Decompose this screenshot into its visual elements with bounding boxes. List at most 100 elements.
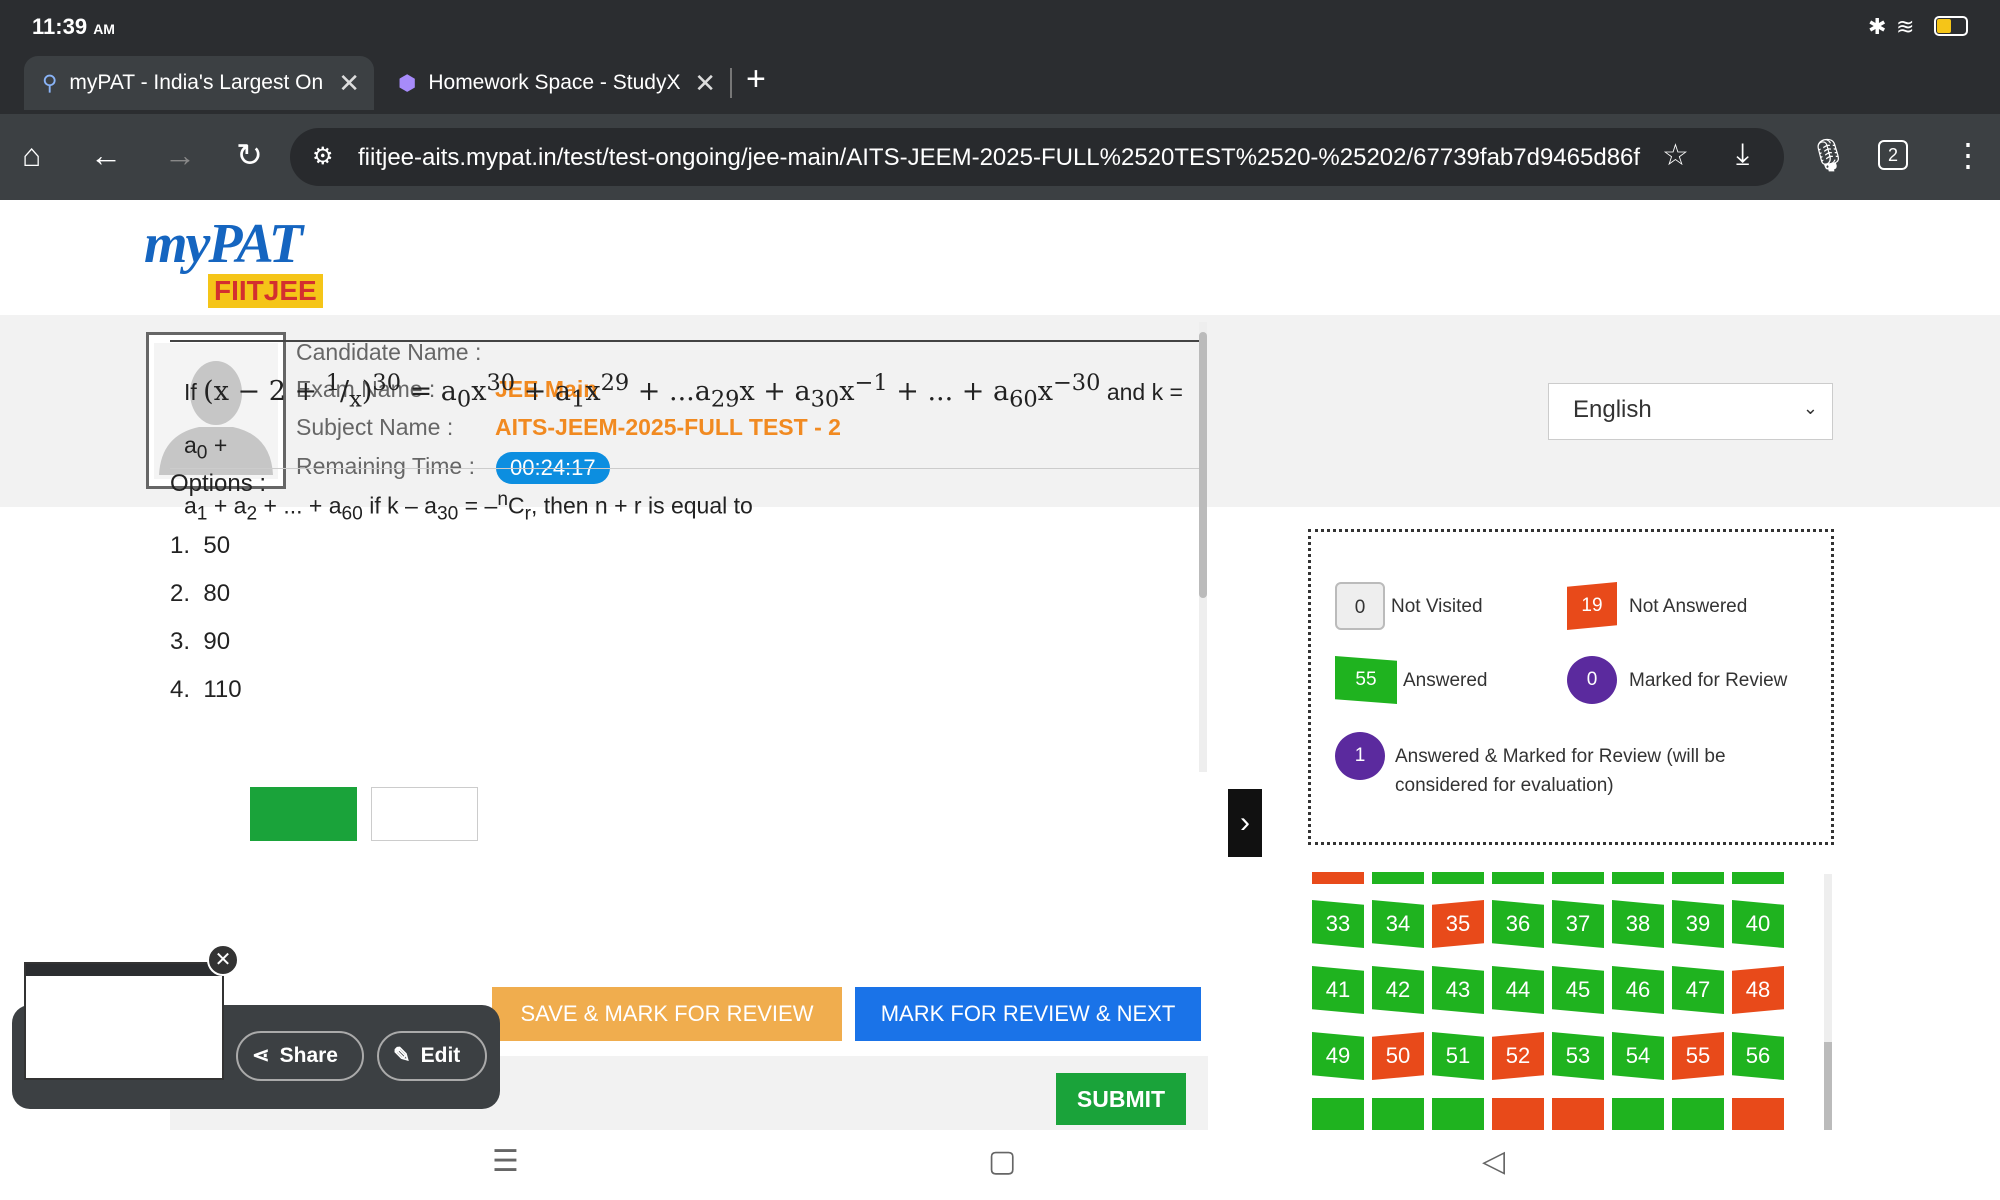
tab-divider	[730, 68, 732, 98]
question-button[interactable]	[1672, 872, 1724, 884]
tab-count[interactable]: 2	[1878, 140, 1908, 170]
save-mark-review-button[interactable]: SAVE & MARK FOR REVIEW	[492, 987, 842, 1041]
microphone-icon[interactable]: 🎙	[1808, 138, 1849, 172]
url-field[interactable]: ⚙ fiitjee-aits.mypat.in/test/test-ongoin…	[290, 128, 1784, 186]
question-button-48[interactable]: 48	[1732, 966, 1784, 1014]
question-button[interactable]	[1492, 872, 1544, 884]
question-button-35[interactable]: 35	[1432, 900, 1484, 948]
question-button-39[interactable]: 39	[1672, 900, 1724, 948]
question-button[interactable]	[1432, 872, 1484, 884]
answered-count: 55	[1335, 656, 1397, 704]
question-button[interactable]	[1672, 1098, 1724, 1130]
question-button-47[interactable]: 47	[1672, 966, 1724, 1014]
question-button-42[interactable]: 42	[1372, 966, 1424, 1014]
mypat-favicon-icon: ⚲	[42, 71, 58, 95]
chevron-right-icon[interactable]: ›	[1228, 789, 1262, 857]
question-button[interactable]	[1732, 1098, 1784, 1130]
question-scrollbar[interactable]	[1199, 322, 1207, 772]
question-button[interactable]	[1312, 1098, 1364, 1130]
answered-label: Answered	[1403, 670, 1488, 691]
back-nav-icon[interactable]: ◁	[1482, 1144, 1505, 1179]
status-legend: 0 Not Visited 19 Not Answered 55 Answere…	[1308, 529, 1834, 845]
question-button-45[interactable]: 45	[1552, 966, 1604, 1014]
question-button-34[interactable]: 34	[1372, 900, 1424, 948]
question-button[interactable]	[1492, 1098, 1544, 1130]
question-button-52[interactable]: 52	[1492, 1032, 1544, 1080]
share-button[interactable]: ⋖ Share	[236, 1031, 364, 1081]
question-button-56[interactable]: 56	[1732, 1032, 1784, 1080]
close-icon[interactable]: ✕	[207, 944, 239, 976]
question-button-38[interactable]: 38	[1612, 900, 1664, 948]
question-button-37[interactable]: 37	[1552, 900, 1604, 948]
not-visited-count: 0	[1335, 582, 1385, 630]
tab-title: myPAT - India's Largest Online	[69, 71, 324, 94]
question-pane: If (x − 2 + 1/x)30 = a0x30 + a1x29 + ...…	[170, 340, 1200, 790]
answered-marked-label: Answered & Marked for Review (will be co…	[1395, 746, 1726, 796]
question-button[interactable]	[1432, 1098, 1484, 1130]
recents-icon[interactable]: ☰	[492, 1144, 519, 1179]
site-settings-icon[interactable]: ⚙	[312, 142, 334, 171]
question-button-51[interactable]: 51	[1432, 1032, 1484, 1080]
reload-icon[interactable]: ↻	[236, 138, 263, 172]
tab-studyx[interactable]: ⬢ Homework Space - StudyX ✕	[380, 56, 730, 110]
question-button[interactable]	[1612, 872, 1664, 884]
answered-marked-count: 1	[1335, 732, 1385, 780]
clear-button[interactable]	[371, 787, 478, 841]
question-button[interactable]	[1372, 1098, 1424, 1130]
question-button-55[interactable]: 55	[1672, 1032, 1724, 1080]
tab-mypat[interactable]: ⚲ myPAT - India's Largest Online ✕	[24, 56, 374, 110]
mark-review-next-button[interactable]: MARK FOR REVIEW & NEXT	[855, 987, 1201, 1041]
menu-icon[interactable]: ⋮	[1952, 138, 1984, 172]
close-tab-icon[interactable]: ✕	[694, 68, 716, 99]
question-button[interactable]	[1312, 872, 1364, 884]
option-2[interactable]: 2. 80	[170, 580, 230, 608]
question-button-53[interactable]: 53	[1552, 1032, 1604, 1080]
close-tab-icon[interactable]: ✕	[338, 68, 360, 99]
question-button-46[interactable]: 46	[1612, 966, 1664, 1014]
battery-icon	[1934, 16, 1968, 36]
marked-review-label: Marked for Review	[1629, 670, 1788, 691]
question-button-33[interactable]: 33	[1312, 900, 1364, 948]
question-button-40[interactable]: 40	[1732, 900, 1784, 948]
new-tab-button[interactable]: +	[746, 60, 766, 99]
question-button[interactable]	[1552, 1098, 1604, 1130]
option-1[interactable]: 1. 50	[170, 532, 230, 560]
question-button[interactable]	[1372, 872, 1424, 884]
scroll-thumb[interactable]	[1824, 1042, 1832, 1130]
screenshot-thumbnail[interactable]	[24, 962, 224, 1080]
studyx-favicon-icon: ⬢	[398, 71, 417, 95]
home-nav-icon[interactable]: ▢	[988, 1144, 1016, 1179]
palette-scrollbar[interactable]	[1824, 874, 1832, 1130]
status-bar: 11:39 AM ✱ ≋	[0, 0, 2000, 52]
share-icon: ⋖	[252, 1044, 270, 1067]
question-button-41[interactable]: 41	[1312, 966, 1364, 1014]
question-button-36[interactable]: 36	[1492, 900, 1544, 948]
question-text: If (x − 2 + 1/x)30 = a0x30 + a1x29 + ...…	[184, 370, 1183, 525]
not-visited-label: Not Visited	[1391, 596, 1483, 617]
back-icon[interactable]: ←	[90, 138, 122, 172]
question-button-44[interactable]: 44	[1492, 966, 1544, 1014]
language-select[interactable]: English ⌄	[1548, 383, 1833, 440]
submit-button[interactable]: SUBMIT	[1056, 1073, 1186, 1125]
forward-icon[interactable]: →	[164, 138, 196, 172]
question-button-49[interactable]: 49	[1312, 1032, 1364, 1080]
option-3[interactable]: 3. 90	[170, 628, 230, 656]
question-top-rule	[170, 340, 1200, 342]
address-bar: ⌂ ← → ↻ ⚙ fiitjee-aits.mypat.in/test/tes…	[0, 114, 2000, 200]
scroll-thumb[interactable]	[1199, 332, 1207, 598]
question-button[interactable]	[1612, 1098, 1664, 1130]
question-button-43[interactable]: 43	[1432, 966, 1484, 1014]
question-button-54[interactable]: 54	[1612, 1032, 1664, 1080]
edit-button[interactable]: ✎ Edit	[377, 1031, 487, 1081]
bookmark-star-icon[interactable]: ☆	[1662, 138, 1689, 173]
options-label: Options :	[170, 470, 267, 497]
option-4[interactable]: 4. 110	[170, 676, 242, 704]
question-button[interactable]	[1552, 872, 1604, 884]
home-icon[interactable]: ⌂	[22, 138, 41, 172]
question-button[interactable]	[1732, 872, 1784, 884]
not-answered-count: 19	[1567, 582, 1617, 630]
save-next-button[interactable]	[250, 787, 357, 841]
question-button-50[interactable]: 50	[1372, 1032, 1424, 1080]
download-icon[interactable]: ⤓	[1736, 138, 1749, 172]
tab-bar: ⚲ myPAT - India's Largest Online ✕ ⬢ Hom…	[0, 52, 2000, 114]
